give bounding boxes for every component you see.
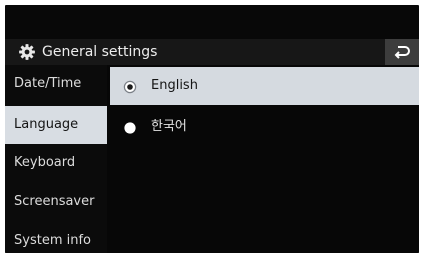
gear-icon xyxy=(18,43,36,61)
language-option-label: English xyxy=(151,78,198,93)
radio-unselected-icon xyxy=(123,120,137,134)
sidebar-item-label: Screensaver xyxy=(14,194,95,209)
sidebar-item-keyboard[interactable]: Keyboard xyxy=(5,144,107,182)
sidebar-item-label: Date/Time xyxy=(14,76,82,91)
sidebar-item-screensaver[interactable]: Screensaver xyxy=(5,183,107,221)
sidebar-item-date-time[interactable]: Date/Time xyxy=(5,65,107,103)
language-option-label: 한국어 xyxy=(151,119,187,134)
language-option-english[interactable]: English xyxy=(110,67,419,105)
sidebar-item-language[interactable]: Language xyxy=(5,106,107,144)
sidebar-item-label: Keyboard xyxy=(14,155,76,170)
title-bar: General settings xyxy=(5,39,419,65)
back-button[interactable] xyxy=(385,39,419,65)
page-title: General settings xyxy=(42,44,158,60)
sidebar-item-label: Language xyxy=(14,117,79,132)
settings-sidebar: Date/Time Language Keyboard Screensaver … xyxy=(5,65,107,253)
settings-screen: General settings Date/Time Language Keyb… xyxy=(5,5,419,253)
sidebar-item-system-info[interactable]: System info xyxy=(5,222,107,253)
sidebar-item-label: System info xyxy=(14,233,91,248)
language-options-panel: English 한국어 xyxy=(107,65,419,253)
language-option-korean[interactable]: 한국어 xyxy=(110,108,419,146)
radio-selected-icon xyxy=(123,79,137,94)
